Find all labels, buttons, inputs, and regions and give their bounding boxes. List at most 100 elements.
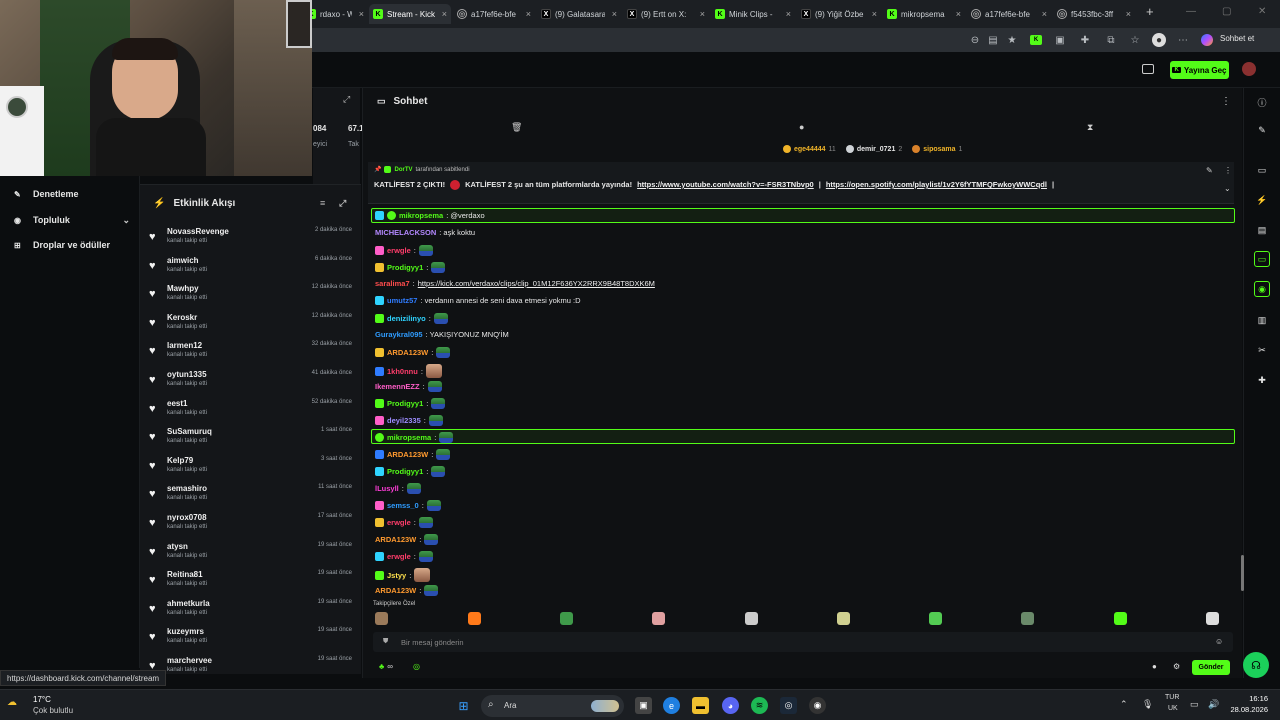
tray-chevron-icon[interactable]: ⌃ — [1120, 699, 1128, 710]
chat-username[interactable]: semss_0 — [387, 501, 419, 510]
edge-icon[interactable]: e — [663, 697, 680, 714]
emote-option-icon[interactable] — [375, 612, 388, 625]
leaderboard-entry[interactable]: ege44444 11 — [783, 143, 836, 155]
clock-date[interactable]: 28.08.2026 — [1222, 705, 1268, 714]
filter-icon[interactable]: ≡ — [320, 198, 325, 208]
pinned-youtube-link[interactable]: https://www.youtube.com/watch?v=-FSR3TNb… — [637, 180, 814, 190]
trash-icon[interactable]: 🗑 — [511, 122, 522, 133]
chat-username[interactable]: mikropsema — [399, 211, 443, 220]
chat-username[interactable]: ARDA123W — [387, 348, 428, 357]
microphone-icon[interactable]: 🎙 — [1142, 699, 1153, 710]
windows-start-icon[interactable]: ⊞ — [455, 697, 472, 714]
browser-tab[interactable]: Kmikropsema × — [883, 4, 965, 24]
reader-icon[interactable]: ▤ — [986, 33, 1000, 47]
chat-message[interactable]: erwgle: — [375, 517, 433, 528]
maximize-icon[interactable]: ▢ — [1222, 6, 1231, 17]
help-chat-icon[interactable]: ☊ — [1243, 652, 1269, 678]
close-window-icon[interactable]: ✕ — [1258, 6, 1266, 17]
more-options-icon[interactable]: ⋯ — [1176, 33, 1190, 47]
chat-message[interactable]: IkemennEZZ: — [375, 381, 442, 392]
chat-message[interactable]: MICHELACKSON: aşk koktu — [375, 228, 475, 237]
close-tab-icon[interactable]: × — [1042, 9, 1047, 19]
chat-message[interactable]: ARDA123W: — [375, 534, 439, 545]
media-icon[interactable]: ▭ — [1254, 162, 1270, 178]
app-icon[interactable]: ◉ — [809, 697, 826, 714]
chat-username[interactable]: erwgle — [387, 518, 411, 527]
clock-time[interactable]: 16:16 — [1222, 694, 1268, 703]
chat-input[interactable]: ⛊ Bir mesaj gönderin ☺ — [373, 632, 1233, 652]
storage-icon[interactable]: ▥ — [1254, 312, 1270, 328]
chat-username[interactable]: deyil2335 — [387, 416, 421, 425]
edit-icon[interactable]: ✎ — [1254, 122, 1270, 138]
close-tab-icon[interactable]: × — [786, 9, 791, 19]
sidebar-item-topluluk[interactable]: ◉ Topluluk ⌄ — [14, 210, 130, 230]
chat-message[interactable]: semss_0: — [375, 500, 441, 511]
activity-feed-item[interactable]: ♥ kuzeymrs kanalı takip etti 19 saat önce — [140, 625, 361, 653]
chat-message[interactable]: erwgle: — [375, 551, 433, 562]
close-tab-icon[interactable]: × — [442, 9, 447, 19]
new-tab-button[interactable]: + — [1146, 4, 1154, 19]
chat-message[interactable]: denizilinyo: — [375, 313, 448, 324]
settings-gear-icon[interactable]: ⚙ — [1173, 662, 1180, 671]
puzzle-icon[interactable]: ✚ — [1078, 33, 1092, 47]
activity-feed-item[interactable]: ♥ marchervee kanalı takip etti 19 saat önce — [140, 654, 361, 682]
multistream-icon[interactable] — [1142, 64, 1154, 74]
spotify-icon[interactable]: ≋ — [751, 697, 768, 714]
discord-icon[interactable]: ◕ — [722, 697, 739, 714]
chat-username[interactable]: IkemennEZZ — [375, 382, 420, 391]
chat-message[interactable]: 1kh0nnu: — [375, 364, 442, 378]
chat-username[interactable]: Jstyy — [387, 571, 406, 580]
emote-option-icon[interactable] — [837, 612, 850, 625]
chat-username[interactable]: mikropsema — [387, 433, 431, 442]
emote-option-icon[interactable] — [560, 612, 573, 625]
chat-message[interactable]: ARDA123W: — [375, 449, 451, 460]
file-explorer-icon[interactable]: ▬ — [692, 697, 709, 714]
copilot-icon[interactable] — [1201, 34, 1213, 46]
chat-label[interactable]: Sohbet et — [1220, 34, 1254, 43]
emote-option-icon[interactable] — [1206, 612, 1219, 625]
activity-feed-item[interactable]: ♥ eest1 kanalı takip etti 52 dakika önce — [140, 397, 361, 425]
activity-feed-item[interactable]: ♥ Kelp79 kanalı takip etti 3 saat önce — [140, 454, 361, 482]
chat-username[interactable]: 1kh0nnu — [387, 367, 418, 376]
close-tab-icon[interactable]: × — [872, 9, 877, 19]
chat-bubble-small-icon[interactable]: ● — [1152, 662, 1157, 671]
timer-icon[interactable]: ◎ — [413, 662, 420, 671]
browser-tab[interactable]: X (9) Yiğit Özbe × — [797, 4, 881, 24]
zoom-icon[interactable]: ⊖ — [968, 33, 982, 47]
activity-feed-item[interactable]: ♥ NovassRevenge kanalı takip etti 2 dakika … — [140, 225, 361, 253]
network-icon[interactable]: ▭ — [1190, 699, 1199, 710]
keyboard-lang[interactable]: TUR — [1165, 694, 1179, 701]
sidebar-item-denetleme[interactable]: ✎ Denetleme — [14, 184, 130, 204]
unpin-icon[interactable]: ✎ — [1206, 166, 1213, 175]
browser-tab[interactable]: X (9) Ertt on X: × — [623, 4, 709, 24]
weather-temp[interactable]: 17°C — [33, 695, 51, 704]
minimize-icon[interactable]: — — [1186, 6, 1196, 17]
close-tab-icon[interactable]: × — [526, 9, 531, 19]
info-icon[interactable]: ⓘ — [1254, 94, 1270, 110]
target-rail-icon[interactable]: ◉ — [1254, 281, 1270, 297]
emote-option-icon[interactable] — [468, 612, 481, 625]
pinned-spotify-link[interactable]: https://open.spotify.com/playlist/1v2Y6f… — [826, 180, 1047, 190]
emote-option-icon[interactable] — [929, 612, 942, 625]
browser-tab[interactable]: K Minik Clips - × — [711, 4, 795, 24]
chat-username[interactable]: ARDA123W — [375, 586, 416, 595]
chat-username[interactable]: Prodigyy1 — [387, 399, 423, 408]
chat-username[interactable]: lLusyll — [375, 484, 399, 493]
emote-option-icon[interactable] — [1021, 612, 1034, 625]
expand-icon[interactable]: ⤢ — [343, 94, 350, 105]
emote-option-icon[interactable] — [652, 612, 665, 625]
browser-tab[interactable]: ◎ a17fef6e-bfe × — [453, 4, 535, 24]
chat-message[interactable]: deyil2335: — [375, 415, 443, 426]
activity-feed-item[interactable]: ♥ SuSamuruq kanalı takip etti 1 saat önce — [140, 425, 361, 453]
extension-icon[interactable]: ▣ — [1053, 33, 1067, 47]
bookmark-star-icon[interactable]: ★ — [1005, 33, 1019, 47]
activity-feed-item[interactable]: ♥ ahmetkurla kanalı takip etti 19 saat önce — [140, 597, 361, 625]
pinned-menu-icon[interactable]: ⋮ — [1224, 166, 1232, 175]
activity-feed-item[interactable]: ♥ oytun1335 kanalı takip etti 41 dakika önc… — [140, 368, 361, 396]
chat-message[interactable]: ARDA123W: — [375, 585, 439, 596]
chat-message[interactable]: umutz57: verdanın annesi de seni dava et… — [375, 296, 581, 305]
leaderboard-entry[interactable]: demir_0721 2 — [845, 143, 902, 155]
browser-tab[interactable]: X (9) Galatasara × — [537, 4, 621, 24]
activity-feed-item[interactable]: ♥ larmen12 kanalı takip etti 32 dakika önce — [140, 339, 361, 367]
profile-avatar-icon[interactable]: ● — [1152, 33, 1166, 47]
